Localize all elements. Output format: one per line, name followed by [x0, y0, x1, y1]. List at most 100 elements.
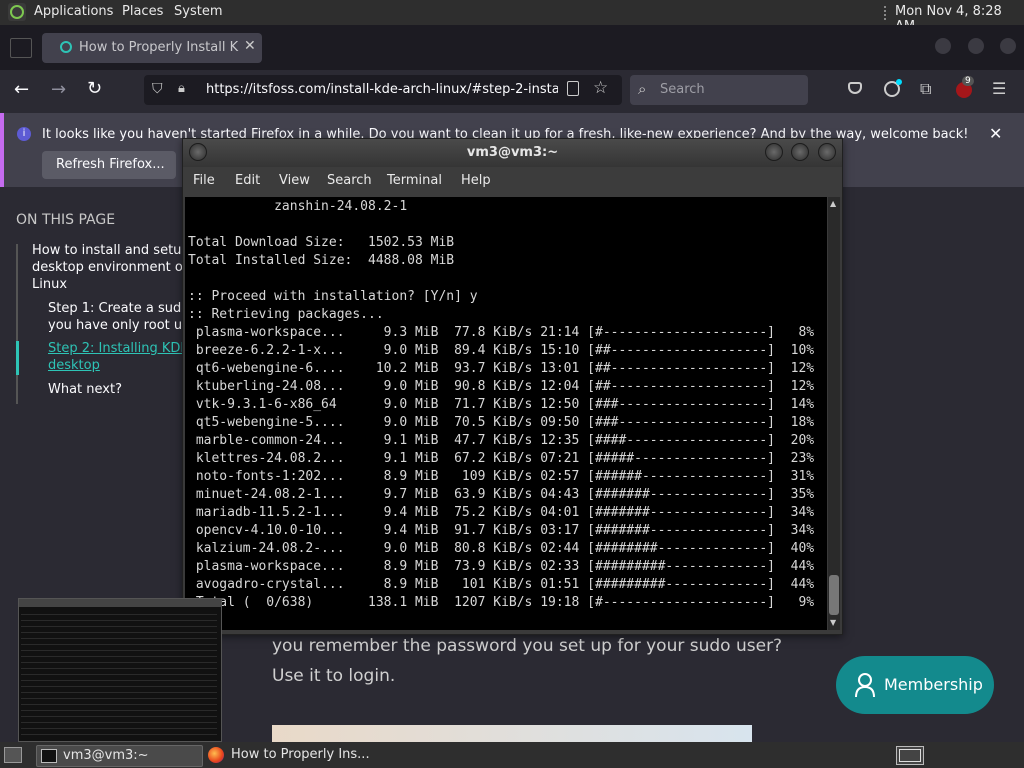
terminal-output[interactable]: zanshin-24.08.2-1 Total Download Size: 15…	[185, 197, 827, 630]
refresh-firefox-button[interactable]: Refresh Firefox...	[42, 151, 176, 179]
terminal-minimize-icon[interactable]	[765, 143, 783, 161]
terminal-line: qt5-webengine-5.... 9.0 MiB 70.5 KiB/s 0…	[188, 415, 815, 430]
terminal-line: minuet-24.08.2-1... 9.7 MiB 63.9 KiB/s 0…	[188, 487, 815, 502]
person-icon	[854, 672, 876, 698]
terminal-scrollbar[interactable]: ▲ ▼	[828, 197, 840, 630]
thumbnail-titlebar	[19, 599, 221, 607]
terminal-line: marble-common-24... 9.1 MiB 47.7 KiB/s 1…	[188, 433, 815, 448]
bookmark-star-icon[interactable]: ☆	[593, 78, 608, 98]
taskbar-terminal-label: vm3@vm3:~	[63, 748, 149, 763]
taskbar-browser[interactable]: How to Properly Ins...	[204, 745, 404, 765]
places-menu[interactable]: Places	[122, 4, 163, 19]
terminal-line: Total Installed Size: 4488.08 MiB	[188, 253, 455, 268]
refresh-firefox-label: Refresh Firefox...	[56, 157, 165, 172]
distro-logo-icon[interactable]	[8, 3, 26, 21]
notification-accent	[0, 113, 4, 187]
address-bar[interactable]: ⛉ 🔒︎ https://itsfoss.com/install-kde-arc…	[144, 75, 622, 105]
taskbar-terminal[interactable]: vm3@vm3:~	[36, 745, 203, 767]
menu-file[interactable]: File	[193, 173, 215, 188]
toc-item[interactable]: What next?	[48, 382, 122, 397]
toc-item[interactable]: Linux	[32, 277, 67, 292]
terminal-line: noto-fonts-1:202... 8.9 MiB 109 KiB/s 02…	[188, 469, 815, 484]
terminal-line: Total ( 0/638) 138.1 MiB 1207 KiB/s 19:1…	[188, 595, 815, 610]
terminal-line: avogadro-crystal... 8.9 MiB 101 KiB/s 01…	[188, 577, 815, 592]
panel-separator	[884, 6, 890, 20]
browser-tab[interactable]: How to Properly Install KDE ✕	[42, 33, 262, 63]
terminal-titlebar[interactable]: vm3@vm3:~	[183, 139, 842, 167]
account-badge	[896, 79, 902, 85]
terminal-line: qt6-webengine-6.... 10.2 MiB 93.7 KiB/s …	[188, 361, 815, 376]
terminal-line: plasma-workspace... 8.9 MiB 73.9 KiB/s 0…	[188, 559, 815, 574]
reload-icon[interactable]: ↻	[87, 78, 102, 99]
terminal-window[interactable]: vm3@vm3:~ File Edit View Search Terminal…	[182, 138, 843, 635]
firefox-icon	[208, 747, 224, 763]
scroll-thumb[interactable]	[829, 575, 839, 615]
terminal-line: breeze-6.2.2-1-x... 9.0 MiB 89.4 KiB/s 1…	[188, 343, 815, 358]
menu-view[interactable]: View	[279, 173, 310, 188]
maximize-window-icon[interactable]	[968, 38, 984, 54]
menu-search[interactable]: Search	[327, 173, 372, 188]
toc-item-active[interactable]: Step 2: Installing KDE	[48, 341, 189, 356]
tab-title: How to Properly Install KDE	[79, 40, 239, 55]
scroll-up-icon[interactable]: ▲	[830, 199, 836, 208]
notification-close-icon[interactable]: ✕	[989, 124, 1002, 143]
terminal-line: mariadb-11.5.2-1... 9.4 MiB 75.2 KiB/s 0…	[188, 505, 815, 520]
membership-label: Membership	[884, 675, 983, 694]
scroll-down-icon[interactable]: ▼	[830, 618, 836, 627]
minimize-window-icon[interactable]	[935, 38, 951, 54]
window-preview-thumbnail[interactable]	[18, 598, 222, 742]
menu-hamburger-icon[interactable]: ☰	[992, 79, 1006, 98]
top-panel: Applications Places System Mon Nov 4, 8:…	[0, 0, 1024, 34]
article-text: Use it to login.	[272, 666, 396, 686]
terminal-line: plasma-workspace... 9.3 MiB 77.8 KiB/s 2…	[188, 325, 815, 340]
forward-icon[interactable]: →	[51, 79, 66, 100]
search-box[interactable]: ⌕ Search	[630, 75, 808, 105]
taskbar-browser-label: How to Properly Ins...	[231, 747, 370, 762]
back-icon[interactable]: ←	[14, 79, 29, 100]
terminal-close-icon[interactable]	[818, 143, 836, 161]
terminal-line: vtk-9.3.1-6-x86_64 9.0 MiB 71.7 KiB/s 12…	[188, 397, 815, 412]
toc-item[interactable]: Step 1: Create a sudo	[48, 301, 189, 316]
terminal-line: Total Download Size: 1502.53 MiB	[188, 235, 455, 250]
toc-active-marker	[16, 341, 19, 375]
menu-terminal[interactable]: Terminal	[387, 173, 442, 188]
terminal-menubar: File Edit View Search Terminal Help	[183, 167, 842, 197]
terminal-line: :: Proceed with installation? [Y/n] y	[188, 289, 478, 304]
terminal-line: klettres-24.08.2... 9.1 MiB 67.2 KiB/s 0…	[188, 451, 815, 466]
ublock-badge: 9	[962, 76, 974, 86]
reader-view-icon[interactable]	[567, 81, 579, 96]
show-desktop-icon[interactable]	[4, 747, 22, 763]
extensions-icon[interactable]: ⧉	[920, 79, 931, 99]
terminal-line: kalzium-24.08.2-... 9.0 MiB 80.8 KiB/s 0…	[188, 541, 815, 556]
thumbnail-content	[21, 609, 217, 737]
applications-menu[interactable]: Applications	[34, 4, 113, 19]
membership-button[interactable]: Membership	[836, 656, 994, 714]
bottom-panel: vm3@vm3:~ How to Properly Ins...	[0, 742, 1024, 768]
close-window-icon[interactable]	[1000, 38, 1016, 54]
lock-icon[interactable]: 🔒︎	[178, 81, 185, 96]
terminal-line: ktuberling-24.08... 9.0 MiB 90.8 KiB/s 1…	[188, 379, 815, 394]
info-icon: i	[17, 127, 31, 141]
shield-icon[interactable]: ⛉	[152, 81, 163, 97]
system-menu[interactable]: System	[174, 4, 222, 19]
url-text[interactable]: https://itsfoss.com/install-kde-arch-lin…	[206, 82, 558, 97]
menu-help[interactable]: Help	[461, 173, 491, 188]
menu-edit[interactable]: Edit	[235, 173, 260, 188]
toc-item[interactable]: you have only root us	[48, 318, 189, 333]
tab-close-icon[interactable]: ✕	[244, 38, 256, 54]
toc-item-active[interactable]: desktop	[48, 358, 100, 373]
terminal-icon	[41, 749, 57, 763]
article-text: you remember the password you set up for…	[272, 636, 783, 656]
toc-item[interactable]: desktop environment or	[32, 260, 188, 275]
tab-favicon-icon	[60, 41, 72, 53]
terminal-maximize-icon[interactable]	[791, 143, 809, 161]
terminal-line: :: Retrieving packages...	[188, 307, 384, 322]
workspace-1[interactable]	[899, 749, 921, 762]
search-icon: ⌕	[638, 80, 647, 98]
toc-heading: ON THIS PAGE	[16, 212, 116, 228]
toc-item[interactable]: How to install and setup	[32, 243, 190, 258]
tab-overview-icon[interactable]	[10, 38, 32, 58]
toc-rail	[16, 244, 18, 404]
article-image	[272, 725, 752, 742]
search-placeholder: Search	[660, 82, 705, 97]
